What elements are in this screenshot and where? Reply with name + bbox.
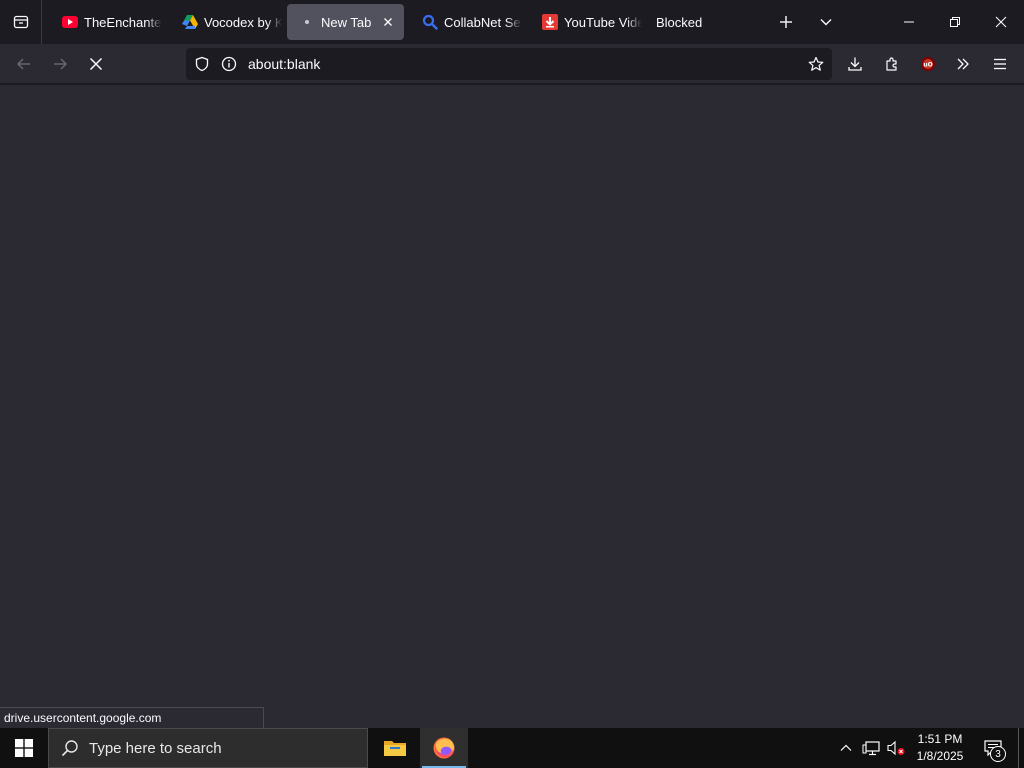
firefox-view-icon [13, 15, 28, 29]
firefox-icon [433, 737, 455, 759]
taskbar: Type here to search 1:51 PM 1/8/2025 [0, 728, 1024, 768]
network-icon [862, 741, 880, 756]
network-button[interactable] [859, 728, 883, 768]
restore-icon [950, 17, 960, 27]
more-tools-button[interactable] [947, 48, 979, 80]
search-icon [61, 740, 78, 757]
arrow-left-icon [17, 58, 30, 70]
taskbar-search-box[interactable]: Type here to search [48, 728, 368, 768]
tab-label: New Tab [321, 14, 372, 30]
page-content[interactable] [0, 85, 1024, 728]
downloads-button[interactable] [839, 48, 871, 80]
info-icon[interactable] [221, 56, 237, 72]
restore-button[interactable] [932, 0, 978, 44]
google-drive-icon [182, 14, 198, 30]
download-icon [542, 14, 558, 30]
close-icon [89, 57, 103, 71]
stop-button[interactable] [80, 48, 112, 80]
app-menu-button[interactable] [984, 48, 1016, 80]
windows-logo-icon [15, 739, 33, 757]
tab-label: Blocked [656, 14, 703, 30]
plus-icon [780, 16, 792, 28]
minimize-button[interactable] [886, 0, 932, 44]
show-hidden-icons-button[interactable] [835, 728, 857, 768]
chevron-down-icon [820, 19, 832, 26]
tab-blocked[interactable]: Blocked [644, 4, 756, 40]
tab-label: CollabNet Sear [444, 14, 522, 30]
svg-text:uO: uO [923, 62, 932, 69]
tab-theenchanted[interactable]: TheEnchanted [50, 4, 162, 40]
clock-date: 1/8/2025 [916, 749, 964, 763]
close-tab-icon[interactable] [380, 14, 396, 30]
notification-count-badge: 3 [990, 746, 1006, 762]
file-explorer-button[interactable] [371, 728, 419, 768]
forward-button[interactable] [44, 48, 76, 80]
tab-label: YouTube Video [564, 14, 642, 30]
start-button[interactable] [0, 728, 48, 768]
search-placeholder: Type here to search [89, 739, 222, 757]
tab-strip: TheEnchanted Vocodex by Ki New Tab Colla… [0, 0, 1024, 44]
double-chevron-right-icon [957, 58, 969, 70]
volume-button[interactable] [884, 728, 908, 768]
tab-youtube-video[interactable]: YouTube Video [530, 4, 642, 40]
list-all-tabs-button[interactable] [803, 0, 849, 44]
status-panel: drive.usercontent.google.com [0, 707, 264, 728]
download-icon [848, 57, 862, 71]
tab-label: Vocodex by Ki [204, 14, 282, 30]
hamburger-menu-icon [994, 58, 1006, 70]
clock[interactable]: 1:51 PM 1/8/2025 [912, 731, 968, 767]
tab-collabnet-search[interactable]: CollabNet Sear [410, 4, 522, 40]
tab-new-tab[interactable]: New Tab [287, 4, 404, 40]
close-window-button[interactable] [978, 0, 1024, 44]
tab-label: TheEnchanted [84, 14, 162, 30]
firefox-view-button[interactable] [0, 0, 42, 44]
youtube-icon [62, 14, 78, 30]
extensions-button[interactable] [876, 48, 908, 80]
close-icon [995, 16, 1007, 28]
puzzle-icon [886, 57, 897, 71]
url-text[interactable]: about:blank [248, 56, 320, 72]
bookmark-star-icon[interactable] [808, 56, 824, 72]
url-bar[interactable]: about:blank [186, 48, 832, 80]
back-button[interactable] [8, 48, 40, 80]
ublock-icon: uO [921, 57, 935, 71]
shield-icon[interactable] [194, 56, 210, 72]
minimize-icon [904, 21, 914, 23]
dot-icon [299, 14, 315, 30]
chevron-up-icon [840, 744, 852, 751]
arrow-right-icon [54, 58, 67, 70]
show-desktop-button[interactable] [1018, 728, 1024, 768]
ublock-origin-button[interactable]: uO [912, 48, 944, 80]
speaker-muted-icon [887, 740, 905, 756]
tab-vocodex[interactable]: Vocodex by Ki [170, 4, 282, 40]
folder-icon [384, 741, 406, 756]
navigation-toolbar: about:blank uO [0, 44, 1024, 84]
clock-time: 1:51 PM [917, 732, 963, 746]
search-icon [422, 14, 438, 30]
firefox-taskbar-button[interactable] [420, 728, 468, 768]
